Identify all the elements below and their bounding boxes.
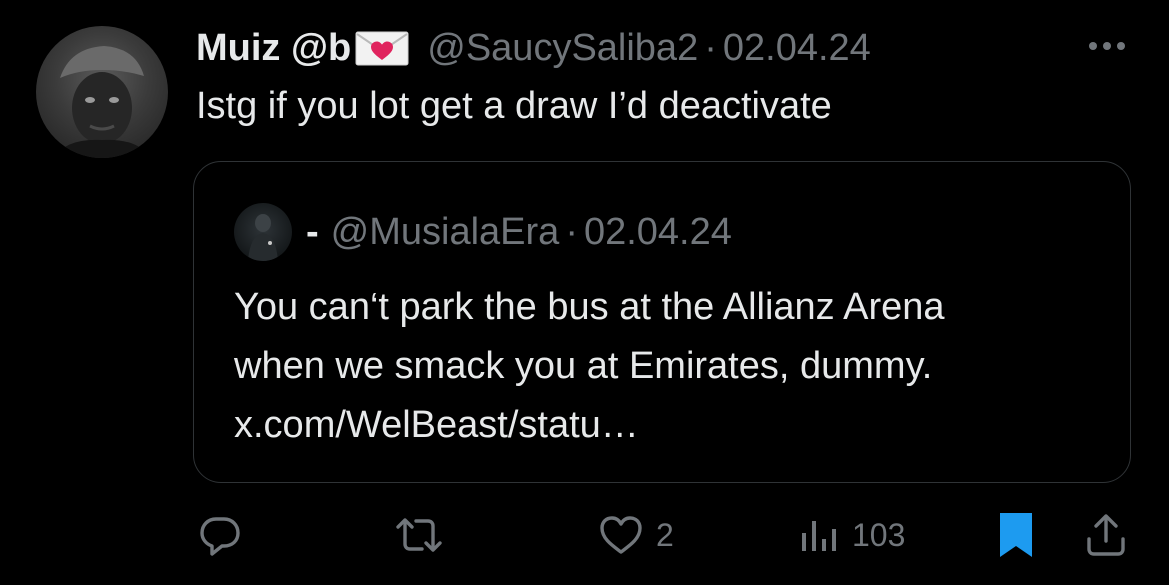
love-letter-icon [355,29,409,67]
author-handle[interactable]: @SaucySaliba2 [427,24,698,72]
more-options-icon[interactable] [1085,34,1129,58]
bookmark-icon [994,509,1038,561]
tweet-header: Muiz @b @SaucySaliba2 · 02.04.24 [196,24,871,72]
share-icon [1084,511,1128,559]
separator-dot: · [704,27,717,69]
quoted-author-avatar[interactable] [234,203,292,261]
quoted-tweet-line: when we smack you at Emirates, dummy. [234,345,933,387]
like-count: 2 [656,516,674,553]
retweet-icon [392,511,446,559]
reply-button[interactable] [196,505,244,565]
quoted-author-handle[interactable]: @MusialaEra [331,211,560,253]
quoted-tweet-line: You can‘t park the bus at the Allianz Ar… [234,286,945,328]
action-bar: 2 103 [0,505,1169,565]
quoted-tweet-card[interactable]: - @MusialaEra · 02.04.24 You can‘t park the… [193,161,1131,483]
like-button[interactable]: 2 [596,505,674,565]
views-icon [798,511,842,559]
tweet-date[interactable]: 02.04.24 [723,24,871,72]
quoted-tweet-header: - @MusialaEra · 02.04.24 [306,208,732,256]
views-button[interactable]: 103 [798,505,905,565]
quoted-tweet-date: 02.04.24 [583,211,732,253]
bookmark-button[interactable] [994,505,1038,565]
author-avatar[interactable] [36,26,168,158]
quoted-tweet-link[interactable]: x.com/WelBeast/statu… [234,396,1114,455]
view-count: 103 [852,516,906,553]
quoted-tweet-text: You can‘t park the bus at the Allianz Ar… [234,278,1114,455]
tweet-text: Istg if you lot get a draw I’d deactivat… [196,85,832,127]
reply-icon [196,511,244,559]
retweet-button[interactable] [392,505,446,565]
author-name[interactable]: Muiz @b [196,24,351,72]
separator-dot: · [565,211,578,253]
quoted-author-name[interactable]: - [306,211,319,253]
share-button[interactable] [1084,505,1128,565]
heart-icon [596,511,646,559]
